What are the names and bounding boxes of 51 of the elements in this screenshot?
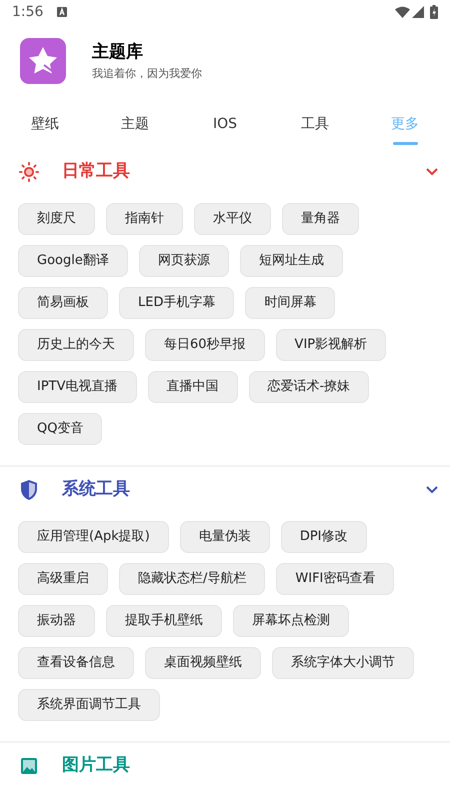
tool-chip[interactable]: 刻度尺	[18, 203, 95, 235]
battery-icon	[430, 5, 438, 19]
chevron-down-icon[interactable]	[426, 168, 438, 176]
tool-chip[interactable]: WIFI密码查看	[276, 563, 394, 595]
app-tagline: 我追着你，因为我爱你	[92, 66, 202, 82]
tool-chip[interactable]: QQ变音	[18, 413, 102, 445]
tab[interactable]: 壁纸	[0, 99, 90, 149]
tab[interactable]: IOS	[180, 99, 270, 149]
sun-icon	[18, 161, 40, 183]
app-logo-icon	[20, 38, 66, 84]
tool-chip[interactable]: 每日60秒早报	[145, 329, 265, 361]
tool-chip[interactable]: 屏幕坏点检测	[233, 605, 349, 637]
tool-chip[interactable]: 提取手机壁纸	[106, 605, 222, 637]
tab[interactable]: 工具	[270, 99, 360, 149]
tool-chip[interactable]: VIP影视解析	[276, 329, 386, 361]
tool-chip[interactable]: 电量伪装	[180, 521, 270, 553]
signal-icon	[412, 6, 424, 18]
tool-chip[interactable]: 应用管理(Apk提取)	[18, 521, 169, 553]
image-icon	[20, 757, 38, 775]
tool-chip[interactable]: DPI修改	[280, 521, 367, 553]
tool-chip[interactable]: 短网址生成	[240, 245, 343, 277]
notification-icon	[57, 7, 68, 17]
tool-chip[interactable]: 指南针	[106, 203, 183, 235]
tool-chip[interactable]: 高级重启	[18, 563, 108, 595]
tool-chip[interactable]: 直播中国	[148, 371, 238, 403]
tool-chip[interactable]: 系统界面调节工具	[18, 689, 160, 721]
tool-chip[interactable]: 水平仪	[194, 203, 271, 235]
tool-chip[interactable]: 隐藏状态栏/导航栏	[119, 563, 266, 595]
tool-chip[interactable]: 振动器	[18, 605, 95, 637]
section-title: 日常工具	[62, 160, 130, 184]
tool-chip[interactable]: 恋爱话术-撩妹	[248, 371, 370, 403]
tab-indicator	[392, 142, 418, 145]
tab[interactable]: 主题	[90, 99, 180, 149]
tool-chip[interactable]: 桌面视频壁纸	[145, 647, 261, 679]
tool-chip[interactable]: LED手机字幕	[119, 287, 234, 319]
tool-chip[interactable]: 系统字体大小调节	[272, 647, 414, 679]
shield-icon	[19, 479, 39, 501]
tool-chip[interactable]: 简易画板	[18, 287, 108, 319]
tool-chip[interactable]: 历史上的今天	[18, 329, 134, 361]
app-name: 主题库	[92, 40, 144, 64]
section-title: 图片工具	[62, 754, 130, 778]
tool-chip[interactable]: 网页获源	[138, 245, 229, 277]
tool-chip[interactable]: 时间屏幕	[245, 287, 336, 319]
tool-chip[interactable]: 量角器	[282, 203, 359, 235]
tool-chip[interactable]: 查看设备信息	[18, 647, 134, 679]
chevron-down-icon[interactable]	[426, 486, 438, 494]
tool-chip[interactable]: IPTV电视直播	[18, 371, 137, 403]
section-title: 系统工具	[62, 478, 130, 502]
tool-chip[interactable]: Google翻译	[18, 245, 128, 277]
wifi-icon	[395, 6, 410, 18]
status-time: 1:56	[12, 2, 44, 22]
